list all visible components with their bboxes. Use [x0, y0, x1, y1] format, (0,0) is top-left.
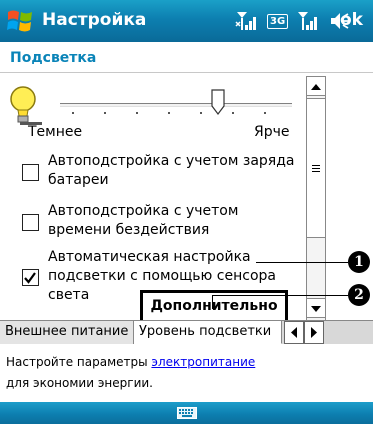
- content-area: Темнее Ярче Автоподстройка с учетом заря…: [0, 76, 306, 320]
- signal-icon[interactable]: [296, 9, 320, 33]
- callout-line: [212, 295, 213, 309]
- 3g-icon[interactable]: 3G: [267, 13, 289, 29]
- callout-2: 2: [348, 284, 370, 306]
- section-title: Подсветка: [10, 50, 97, 66]
- tab-scroll-left-button[interactable]: [284, 321, 304, 344]
- tab-scroll-right-button[interactable]: [304, 321, 324, 344]
- slider-tick: [168, 112, 170, 114]
- tab-bar: Внешнее питание Уровень подсветки: [0, 320, 373, 344]
- note-text-end: для экономии энергии.: [6, 376, 153, 390]
- tab-scroll-arrows: [284, 321, 324, 344]
- checkbox[interactable]: [22, 164, 39, 181]
- callout-line: [212, 295, 348, 296]
- ok-button[interactable]: ok: [340, 10, 363, 30]
- vertical-scrollbar[interactable]: [306, 76, 326, 320]
- grip-icon: [312, 165, 320, 172]
- power-settings-link[interactable]: электропитание: [151, 355, 255, 369]
- slider-tick: [104, 112, 106, 114]
- arrow-right-icon: [311, 327, 317, 338]
- tab-backlight-level[interactable]: Уровень подсветки: [134, 321, 282, 344]
- arrow-left-icon: [291, 327, 297, 338]
- status-icons: 3G: [235, 8, 352, 34]
- brightness-slider[interactable]: [60, 103, 292, 114]
- title-bar: Настройка 3G ok: [0, 0, 373, 42]
- power-note: Настройте параметры электропитание для э…: [6, 352, 306, 394]
- checkbox-checked[interactable]: [22, 269, 39, 286]
- scroll-up-button[interactable]: [307, 76, 325, 96]
- callout-1: 1: [348, 251, 370, 273]
- app-title: Настройка: [42, 10, 147, 30]
- slider-tick: [72, 112, 74, 114]
- arrow-up-icon: [311, 84, 321, 90]
- note-text: Настройте параметры: [6, 355, 152, 369]
- slider-tick: [200, 112, 202, 114]
- windows-start-icon[interactable]: [6, 8, 34, 34]
- darker-label: Темнее: [28, 124, 83, 140]
- bottom-bar: [0, 402, 373, 424]
- slider-tick: [232, 112, 234, 114]
- scroll-thumb[interactable]: [307, 98, 325, 238]
- slider-tick: [264, 112, 266, 114]
- slider-tick: [136, 112, 138, 114]
- scroll-down-button[interactable]: [307, 298, 325, 318]
- arrow-down-icon: [311, 306, 321, 312]
- section-divider: [0, 72, 373, 73]
- checkbox[interactable]: [22, 214, 39, 231]
- option-label: Автоподстройка с учетом заряда батареи: [48, 153, 295, 188]
- signal-x-icon[interactable]: [235, 9, 259, 33]
- slider-thumb[interactable]: [211, 89, 225, 115]
- keyboard-icon[interactable]: [177, 407, 197, 419]
- callout-line: [256, 262, 348, 263]
- tab-external-power[interactable]: Внешнее питание: [0, 321, 134, 344]
- option-label: Автоподстройка с учетом времени бездейст…: [48, 203, 239, 238]
- checkmark-icon: [24, 272, 36, 284]
- brighter-label: Ярче: [254, 124, 290, 140]
